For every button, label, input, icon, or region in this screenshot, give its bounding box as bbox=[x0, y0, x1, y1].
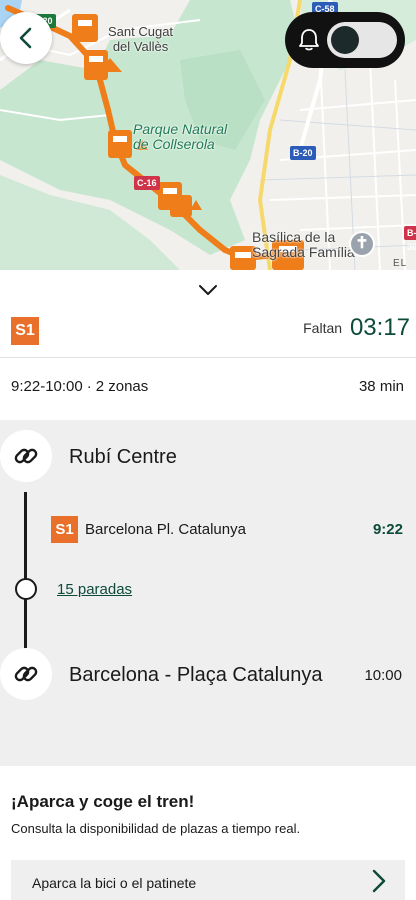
notification-toggle-pill[interactable] bbox=[285, 12, 405, 68]
chevron-left-icon bbox=[19, 27, 32, 49]
notification-toggle[interactable] bbox=[327, 22, 397, 58]
leg-destination: Barcelona Pl. Catalunya bbox=[85, 521, 246, 538]
road-shield: B-20 bbox=[290, 146, 316, 160]
schedule: 9:22-10:00 bbox=[11, 378, 83, 395]
destination-station: Barcelona - Plaça Catalunya bbox=[69, 664, 323, 686]
link-icon bbox=[14, 448, 38, 464]
promo-text: Consulta la disponibilidad de plazas a t… bbox=[11, 821, 301, 836]
line-countdown-row: S1 Faltan 03:17 bbox=[0, 310, 416, 358]
stop-dot bbox=[15, 578, 37, 600]
origin-station-icon bbox=[0, 430, 52, 482]
park-and-ride-promo: ¡Aparca y coge el tren! Consulta la disp… bbox=[0, 766, 416, 900]
leg-line-badge: S1 bbox=[51, 516, 78, 543]
toggle-knob bbox=[331, 26, 359, 54]
destination-station-icon bbox=[0, 648, 52, 700]
origin-station: Rubí Centre bbox=[69, 446, 177, 468]
map-label-town: Sant Cugat del Vallès bbox=[108, 24, 174, 54]
timeline-line bbox=[24, 492, 27, 662]
link-icon bbox=[14, 666, 38, 682]
church-pin-icon[interactable]: ✝ bbox=[349, 231, 375, 257]
road-shield: C-16 bbox=[134, 176, 160, 190]
road-shield: B-30 bbox=[404, 226, 416, 252]
chevron-down-icon[interactable] bbox=[198, 284, 218, 296]
arrival-time: 10:00 bbox=[364, 667, 402, 684]
line-badge: S1 bbox=[11, 317, 39, 345]
back-button[interactable] bbox=[0, 12, 52, 64]
journey-panel: Rubí Centre S1 Barcelona Pl. Catalunya 9… bbox=[0, 420, 416, 766]
promo-title: ¡Aparca y coge el tren! bbox=[11, 792, 195, 811]
map-label-basilica: Basílica de la Sagrada Família bbox=[252, 229, 355, 260]
countdown-value: 03:17 bbox=[349, 314, 410, 341]
zones: 2 zonas bbox=[95, 378, 149, 395]
trip-detail-sheet: S1 Faltan 03:17 9:22-10:00 · 2 zonas 38 mi… bbox=[0, 270, 416, 900]
train-leg[interactable]: S1 Barcelona Pl. Catalunya 9:22 bbox=[51, 516, 411, 544]
park-bike-label: Aparca la bici o el patinete bbox=[32, 875, 197, 891]
trip-duration: 38 min bbox=[358, 378, 404, 395]
countdown-label: Faltan bbox=[303, 320, 343, 336]
divider bbox=[0, 357, 416, 358]
trip-summary: 9:22-10:00 · 2 zonas bbox=[11, 378, 149, 395]
map-label-park: Parque Natural de Collserola bbox=[133, 121, 228, 152]
map-label-corner: EL P bbox=[393, 258, 407, 270]
chevron-right-icon bbox=[372, 869, 386, 893]
countdown: Faltan 03:17 bbox=[303, 314, 410, 342]
leg-departure: 9:22 bbox=[372, 521, 403, 538]
stops-link[interactable]: 15 paradas bbox=[57, 581, 132, 598]
bell-icon bbox=[299, 29, 319, 51]
park-bike-button[interactable]: Aparca la bici o el patinete bbox=[11, 860, 405, 900]
route-map[interactable]: Sant Cugat del Vallès Parque Natural de … bbox=[0, 0, 416, 270]
